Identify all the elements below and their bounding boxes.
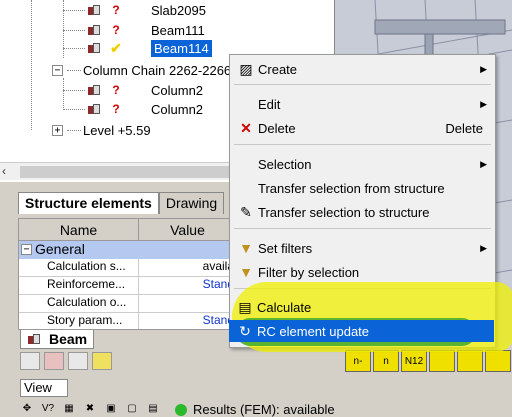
bottom-toolbar	[20, 352, 112, 370]
tree-connector	[67, 129, 81, 131]
move-icon[interactable]: ✥	[20, 403, 34, 416]
property-value[interactable]: Stand	[139, 313, 237, 329]
grid-group-general[interactable]: − General	[19, 241, 237, 259]
calculated-check-icon: ✔	[110, 39, 122, 56]
pen-icon[interactable]	[457, 350, 483, 372]
column-element-icon	[87, 103, 101, 115]
calculate-icon: ▤	[238, 299, 252, 315]
grid-row[interactable]: Calculation o...	[19, 295, 237, 313]
n-minus-icon[interactable]: n-	[345, 350, 371, 372]
tree-connector	[63, 9, 85, 11]
collapse-icon[interactable]: −	[21, 244, 32, 255]
beam-element-icon	[87, 24, 101, 36]
beam-element-icon	[27, 333, 41, 345]
not-calculated-icon: ?	[112, 3, 120, 17]
structure-icon[interactable]	[20, 352, 40, 370]
tab-label: Beam	[49, 331, 88, 347]
tab-drawing[interactable]: Drawing	[158, 192, 225, 214]
column-element-icon	[87, 84, 101, 96]
property-name: Calculation s...	[19, 259, 139, 276]
tree-connector	[63, 89, 85, 91]
tree-item-label: Level +5.59	[83, 122, 151, 138]
grid-icon[interactable]: ▦	[62, 403, 76, 416]
menu-item-rc-element-update[interactable]: ↻ RC element update	[229, 320, 494, 342]
rc-update-icon: ↻	[239, 323, 251, 339]
column-header-value[interactable]: Value	[139, 219, 237, 240]
cross-icon[interactable]: ✖	[83, 403, 97, 416]
n12-button[interactable]: N12	[401, 350, 427, 372]
scrollbar-thumb[interactable]	[20, 166, 230, 178]
column-header-name[interactable]: Name	[19, 219, 139, 240]
status-ok-icon	[175, 403, 187, 416]
box-icon[interactable]: ▢	[125, 403, 139, 416]
tree-item-level[interactable]: + Level +5.59	[52, 120, 151, 140]
tab-beam[interactable]: Beam	[20, 330, 95, 349]
tree-item-label: Slab2095	[151, 2, 206, 18]
layers-icon[interactable]: ▤	[146, 403, 160, 416]
tree-item-column[interactable]: ? Column2	[63, 99, 203, 119]
property-name: Story param...	[19, 313, 139, 329]
property-name: Calculation o...	[19, 295, 139, 312]
collapse-icon[interactable]: −	[52, 64, 63, 76]
n-icon[interactable]: n	[373, 350, 399, 372]
grid-header: Name Value	[19, 219, 237, 241]
beam-element-icon	[87, 42, 101, 54]
property-value[interactable]	[139, 295, 237, 312]
results-status: Results (FEM): available	[193, 402, 335, 417]
tree-guide	[31, 0, 32, 130]
property-grid: Name Value − General Calculation s... av…	[18, 218, 238, 330]
grid-row[interactable]: Reinforceme... Stand	[19, 277, 237, 295]
tree-item-label: Beam114	[151, 39, 212, 57]
slab-element-icon	[87, 4, 101, 16]
tree-connector	[63, 29, 85, 31]
flag-icon[interactable]	[44, 352, 64, 370]
property-value[interactable]: Stand	[139, 277, 237, 294]
cube-icon[interactable]: ▣	[104, 403, 118, 416]
tree-item-slab2095[interactable]: ? Slab2095	[63, 0, 206, 20]
not-calculated-icon: ?	[112, 23, 120, 37]
eraser-icon[interactable]	[92, 352, 112, 370]
tree-item-label: Column2	[151, 101, 204, 117]
tree-item-label: Column Chain 2262-2266	[83, 62, 232, 78]
ruler-icon[interactable]	[485, 350, 511, 372]
view-field[interactable]: View	[20, 379, 68, 397]
column-icon[interactable]	[68, 352, 88, 370]
tree-item-beam111[interactable]: ? Beam111	[63, 20, 205, 40]
menu-label: Calculate	[257, 299, 312, 315]
property-name: Reinforceme...	[19, 277, 139, 294]
menu-item-calculate[interactable]: ▤ Calculate	[229, 296, 494, 318]
group-label: General	[35, 241, 85, 257]
tab-structure-elements[interactable]: Structure elements	[18, 192, 159, 214]
grid-row[interactable]: Story param... Stand	[19, 313, 237, 329]
expand-icon[interactable]: +	[52, 124, 63, 136]
not-calculated-icon: ?	[112, 83, 120, 97]
scroll-left-icon[interactable]: ‹	[2, 164, 6, 178]
panel-tabs: Structure elements Drawing	[18, 192, 225, 214]
right-toolbar: n- n N12	[345, 350, 511, 372]
hatch-icon[interactable]	[429, 350, 455, 372]
tree-item-column[interactable]: ? Column2	[63, 80, 203, 100]
verify-icon[interactable]: V?	[41, 403, 55, 416]
tree-item-label: Column2	[151, 82, 204, 98]
property-value[interactable]: availa	[139, 259, 237, 276]
menu-label: RC element update	[257, 323, 370, 339]
tree-item-label: Beam111	[151, 22, 205, 38]
tree-connector	[63, 47, 85, 49]
tree-connector	[67, 69, 81, 71]
grid-row[interactable]: Calculation s... availa	[19, 259, 237, 277]
tree-item-beam114[interactable]: ✔ Beam114	[63, 38, 212, 58]
status-bar: ✥ V? ▦ ✖ ▣ ▢ ▤ Results (FEM): available	[20, 402, 512, 417]
context-menu-overlay: ▤ Calculate ↻ RC element update	[229, 54, 496, 348]
tree-item-column-chain[interactable]: − Column Chain 2262-2266	[52, 60, 231, 80]
not-calculated-icon: ?	[112, 102, 120, 116]
tree-connector	[63, 108, 85, 110]
